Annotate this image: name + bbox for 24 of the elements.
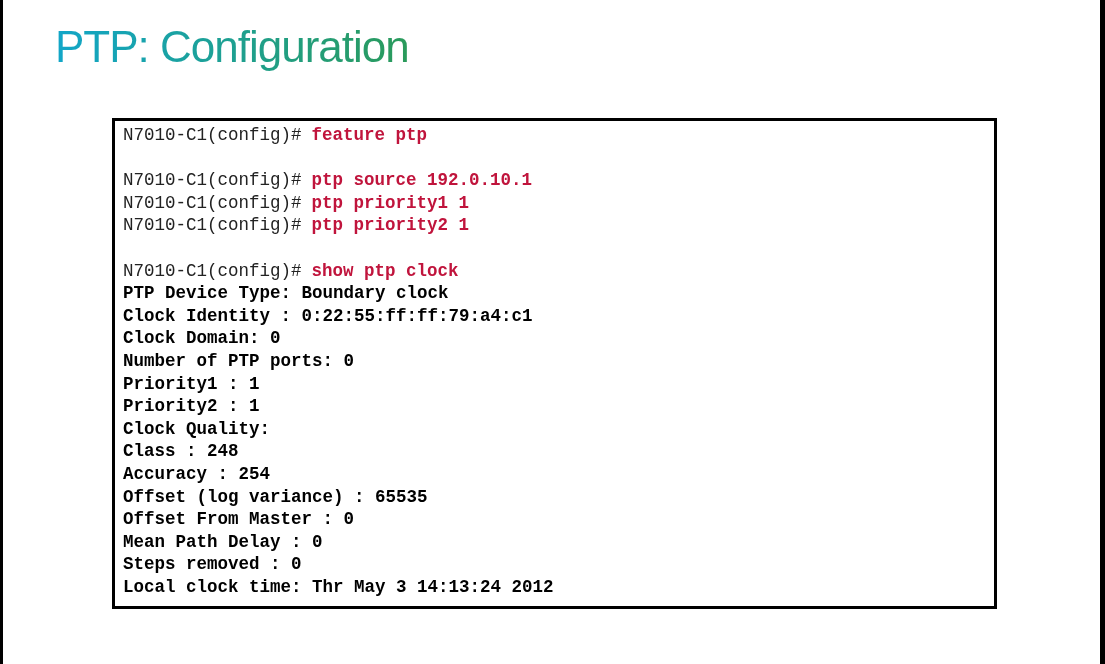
cli-output: Priority1 : 1 — [123, 373, 260, 394]
cli-output: Local clock time: Thr May 3 14:13:24 2012 — [123, 576, 554, 597]
cli-prompt: N7010-C1(config)# — [123, 215, 302, 236]
cli-command: ptp priority1 1 — [311, 192, 470, 213]
cli-command: ptp source 192.0.10.1 — [311, 170, 533, 191]
cli-command: ptp priority2 1 — [311, 215, 470, 236]
cli-prompt: N7010-C1(config)# — [123, 170, 302, 191]
cli-output: Clock Domain: 0 — [123, 328, 281, 349]
cli-output: Clock Identity : 0:22:55:ff:ff:79:a4:c1 — [123, 305, 533, 326]
cli-output: Number of PTP ports: 0 — [123, 350, 355, 371]
cli-output: Offset (log variance) : 65535 — [123, 486, 428, 507]
cli-command: show ptp clock — [311, 260, 459, 281]
cli-prompt: N7010-C1(config)# — [123, 192, 302, 213]
cli-prompt: N7010-C1(config)# — [123, 125, 302, 145]
cli-output: Mean Path Delay : 0 — [123, 531, 323, 552]
cli-output: Priority2 : 1 — [123, 396, 260, 417]
cli-output: Class : 248 — [123, 441, 239, 462]
cli-output: Accuracy : 254 — [123, 463, 271, 484]
cli-output: Offset From Master : 0 — [123, 509, 355, 530]
cli-prompt: N7010-C1(config)# — [123, 260, 302, 281]
cli-command: feature ptp — [311, 125, 428, 145]
cli-output: Steps removed : 0 — [123, 554, 302, 575]
cli-output: PTP Device Type: Boundary clock — [123, 283, 449, 304]
cli-output: Clock Quality: — [123, 418, 271, 439]
